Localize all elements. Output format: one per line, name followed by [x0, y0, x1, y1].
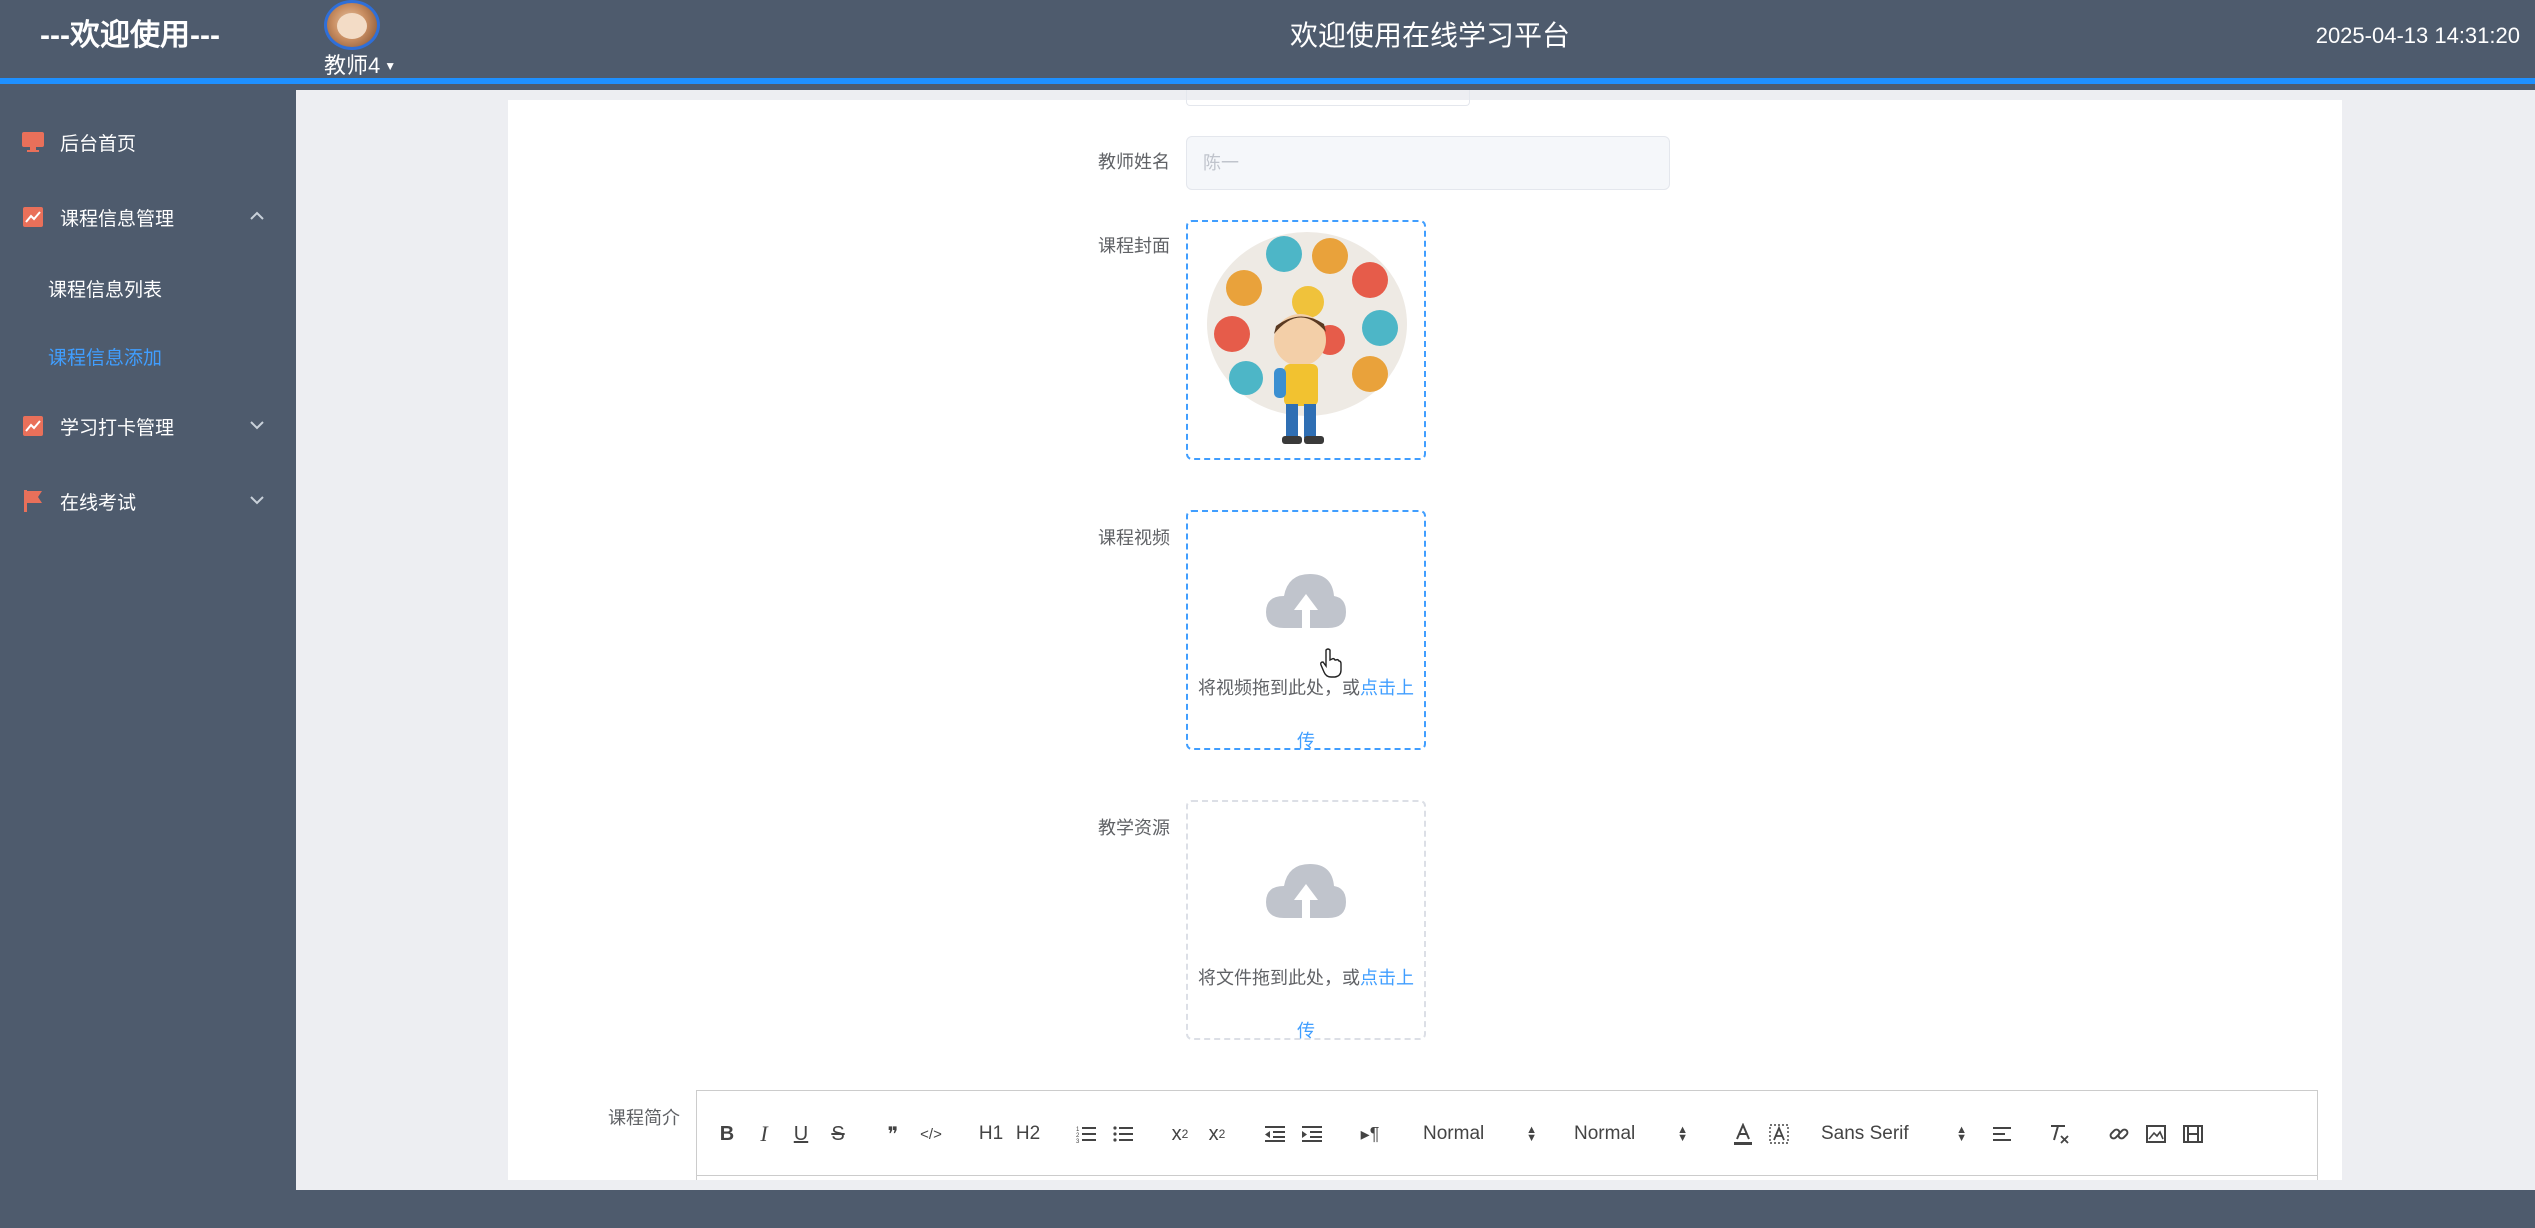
cover-image: [1207, 232, 1407, 444]
image-icon[interactable]: [2140, 1117, 2172, 1151]
chevron-down-icon: ▼: [384, 59, 397, 73]
click-upload-link-tail[interactable]: 传: [1297, 731, 1315, 751]
user-avatar[interactable]: [324, 0, 380, 50]
underline-button[interactable]: U: [785, 1117, 817, 1151]
clear-format-icon[interactable]: [2043, 1117, 2075, 1151]
top-header: ---欢迎使用--- 教师4 ▼ 欢迎使用在线学习平台 2025-04-13 1…: [0, 0, 2535, 84]
upload-hint: 将视频拖到此处，或点击上 传: [1188, 662, 1424, 768]
datetime-display: 2025-04-13 14:31:20: [2315, 23, 2520, 48]
teacher-name-label: 教师姓名: [1098, 152, 1170, 172]
picker-arrows-icon: ▲ ▼: [1677, 1124, 1688, 1144]
sidebar-item-label: 课程信息添加: [48, 347, 163, 369]
sidebar-menu: 后台首页 课程信息管理 课程信息列表 课程信息添加 学习打卡管理 在线考试: [0, 90, 296, 1190]
background-color-icon[interactable]: [1763, 1117, 1795, 1151]
upload-cloud-icon: [1266, 864, 1346, 918]
upload-cloud-icon: [1266, 574, 1346, 628]
align-icon[interactable]: [1987, 1117, 2019, 1151]
bottom-strip: [0, 1190, 2535, 1228]
header-picker[interactable]: Normal ▲ ▼: [1423, 1117, 1537, 1151]
page-title: 欢迎使用在线学习平台: [1289, 20, 1570, 51]
chart-icon: [22, 206, 44, 228]
sidebar-item-label: 学习打卡管理: [60, 417, 175, 439]
cover-uploader[interactable]: [1186, 220, 1426, 460]
outdent-icon[interactable]: [1259, 1117, 1291, 1151]
ordered-list-icon[interactable]: 123: [1070, 1117, 1102, 1151]
italic-button[interactable]: I: [748, 1117, 780, 1151]
superscript-button[interactable]: x2: [1201, 1117, 1233, 1151]
strike-button[interactable]: S: [822, 1117, 854, 1151]
size-picker[interactable]: Normal ▲ ▼: [1574, 1117, 1688, 1151]
bullet-list-icon[interactable]: [1107, 1117, 1139, 1151]
brand-title: ---欢迎使用---: [40, 19, 220, 52]
upload-hint: 将文件拖到此处，或点击上 传: [1188, 952, 1424, 1058]
user-menu[interactable]: 教师4 ▼: [324, 52, 396, 80]
click-upload-link[interactable]: 点击上: [1360, 678, 1414, 698]
hand-cursor-icon: [1320, 648, 1342, 678]
intro-label: 课程简介: [608, 1108, 680, 1128]
flag-icon: [22, 490, 44, 512]
rich-text-editor: B I U S ❞ </> H1 H2 123 x2 x2 ▸ ¶ Normal …: [696, 1090, 2318, 1180]
sidebar-item-label: 在线考试: [60, 492, 137, 514]
upload-hint-text: 将文件拖到此处，或: [1198, 968, 1360, 988]
user-name: 教师4: [324, 53, 381, 78]
avatar-face: [337, 13, 367, 39]
sidebar-item-course-add[interactable]: 课程信息添加: [0, 328, 296, 384]
monitor-icon: [22, 131, 44, 153]
code-block-button[interactable]: </>: [915, 1117, 947, 1151]
sidebar-item-checkin-management[interactable]: 学习打卡管理: [0, 396, 296, 456]
sidebar-item-label: 课程信息管理: [60, 208, 175, 230]
chart-icon: [22, 415, 44, 437]
text-color-icon[interactable]: [1727, 1117, 1759, 1151]
resource-uploader[interactable]: 将文件拖到此处，或点击上 传: [1186, 800, 1426, 1041]
text-direction-button[interactable]: ▸ ¶: [1354, 1117, 1386, 1151]
header-1-button[interactable]: H1: [975, 1117, 1007, 1151]
sidebar-item-home[interactable]: 后台首页: [0, 112, 296, 172]
subscript-button[interactable]: x2: [1164, 1117, 1196, 1151]
video-uploader[interactable]: 将视频拖到此处，或点击上 传: [1186, 510, 1426, 751]
sidebar-item-label: 后台首页: [60, 133, 137, 155]
indent-icon[interactable]: [1296, 1117, 1328, 1151]
svg-text:3: 3: [1076, 1139, 1080, 1143]
cover-label: 课程封面: [1098, 236, 1170, 256]
click-upload-link-tail[interactable]: 传: [1297, 1021, 1315, 1041]
blockquote-button[interactable]: ❞: [877, 1117, 909, 1151]
chevron-down-icon: [246, 489, 268, 511]
chevron-down-icon: [246, 414, 268, 436]
video-label: 课程视频: [1098, 528, 1170, 548]
video-icon[interactable]: [2177, 1117, 2209, 1151]
sidebar-item-label: 课程信息列表: [48, 279, 163, 301]
previous-field-edge: [1186, 90, 1470, 106]
toolbar-divider: [697, 1175, 2317, 1176]
teacher-name-input[interactable]: 陈一: [1186, 136, 1670, 190]
font-picker[interactable]: Sans Serif ▲ ▼: [1821, 1117, 1967, 1151]
click-upload-link[interactable]: 点击上: [1360, 968, 1414, 988]
bold-button[interactable]: B: [711, 1117, 743, 1151]
link-icon[interactable]: [2103, 1117, 2135, 1151]
upload-hint-text: 将视频拖到此处，或: [1198, 678, 1360, 698]
picker-arrows-icon: ▲ ▼: [1526, 1124, 1537, 1144]
sidebar-item-online-exam[interactable]: 在线考试: [0, 471, 296, 531]
chevron-up-icon: [246, 205, 268, 227]
sidebar-item-course-list[interactable]: 课程信息列表: [0, 260, 296, 316]
resource-label: 教学资源: [1098, 818, 1170, 838]
picker-arrows-icon: ▲ ▼: [1956, 1124, 1967, 1144]
sidebar-item-course-management[interactable]: 课程信息管理: [0, 187, 296, 247]
header-2-button[interactable]: H2: [1012, 1117, 1044, 1151]
